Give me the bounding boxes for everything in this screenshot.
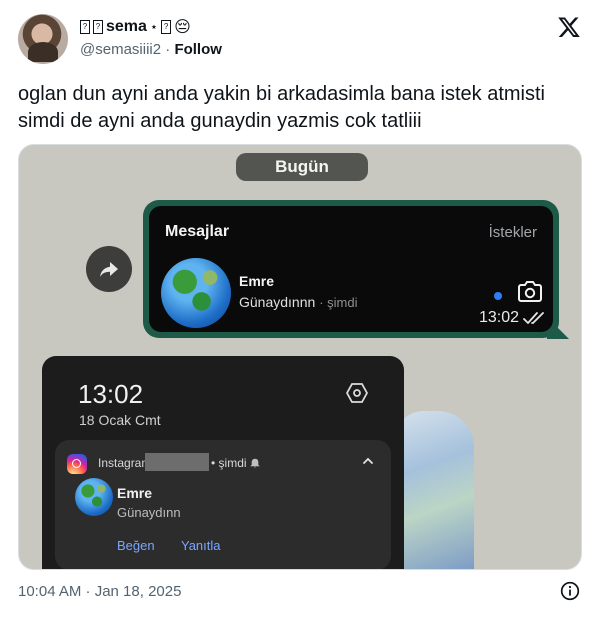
settings-hexagon-icon [346,383,368,403]
bubble-time-row: 13:02 [479,309,547,327]
author-avatar[interactable] [18,14,68,64]
instagram-messages-card: Mesajlar İstekler Emre Günaydınnn · şimd… [149,206,553,332]
double-check-icon [523,312,544,324]
globe-emoji-icon [161,258,231,328]
globe-emoji-icon [75,478,113,516]
name-glyph-3: ? [161,20,172,34]
message-sender: Emre [239,273,275,289]
date-pill: Bugün [236,153,368,181]
author-handle-line: @semasiiii2 · Follow [80,41,222,58]
notification-sender: Emre [117,485,153,501]
forward-button[interactable] [86,246,132,292]
notification-like-action: Beğen [117,538,155,553]
unread-dot [494,292,502,300]
name-glyph-2: ? [93,20,103,34]
camera-icon [518,281,542,302]
name-glyph-1: ? [80,20,90,34]
lockscreen-date: 18 Ocak Cmt [79,412,161,428]
notification-app: Instagram [98,456,152,470]
lockscreen-time: 13:02 [78,379,144,409]
follow-button[interactable]: Follow [174,41,222,58]
redacted-block [145,453,209,471]
bubble-time: 13:02 [479,309,520,326]
pensive-emoji-icon: 😔 [174,19,191,36]
message-text: Günaydınnn [239,294,316,310]
message-time: · şimdi [319,295,358,310]
requests-link: İstekler [488,224,537,241]
star-glyph: ⋆ [149,19,159,34]
bell-icon [250,458,260,468]
message-preview: Günaydınnn · şimdi [239,294,357,310]
x-logo-icon[interactable] [557,15,581,39]
notification-time-row: • şimdi [211,456,260,470]
info-icon[interactable] [560,581,580,601]
instagram-notification: Instagram • şimdi Emre Günaydınn Beğen Y… [55,440,391,569]
instagram-icon [67,454,87,474]
author-display-name[interactable]: ? ? sema ⋆? 😔 [80,17,191,37]
tweet-text: oglan dun ayni anda yakin bi arkadasimla… [18,83,545,132]
handle-separator: · [165,41,171,58]
notification-reply-action: Yanıtla [181,538,221,553]
tweet-media[interactable]: Bugün Mesajlar İstekler Emre Günaydınnn … [18,144,582,570]
author-handle[interactable]: @semasiiii2 [80,41,161,58]
messages-title: Mesajlar [165,223,230,240]
tweet-timestamp[interactable]: 10:04 AM · Jan 18, 2025 [18,583,181,600]
forward-icon [100,262,118,277]
crystal-decoration [394,411,474,569]
author-name: sema [106,18,147,35]
notification-time: • şimdi [211,456,247,470]
chevron-up-icon [363,457,373,464]
notification-message: Günaydınn [117,505,181,520]
